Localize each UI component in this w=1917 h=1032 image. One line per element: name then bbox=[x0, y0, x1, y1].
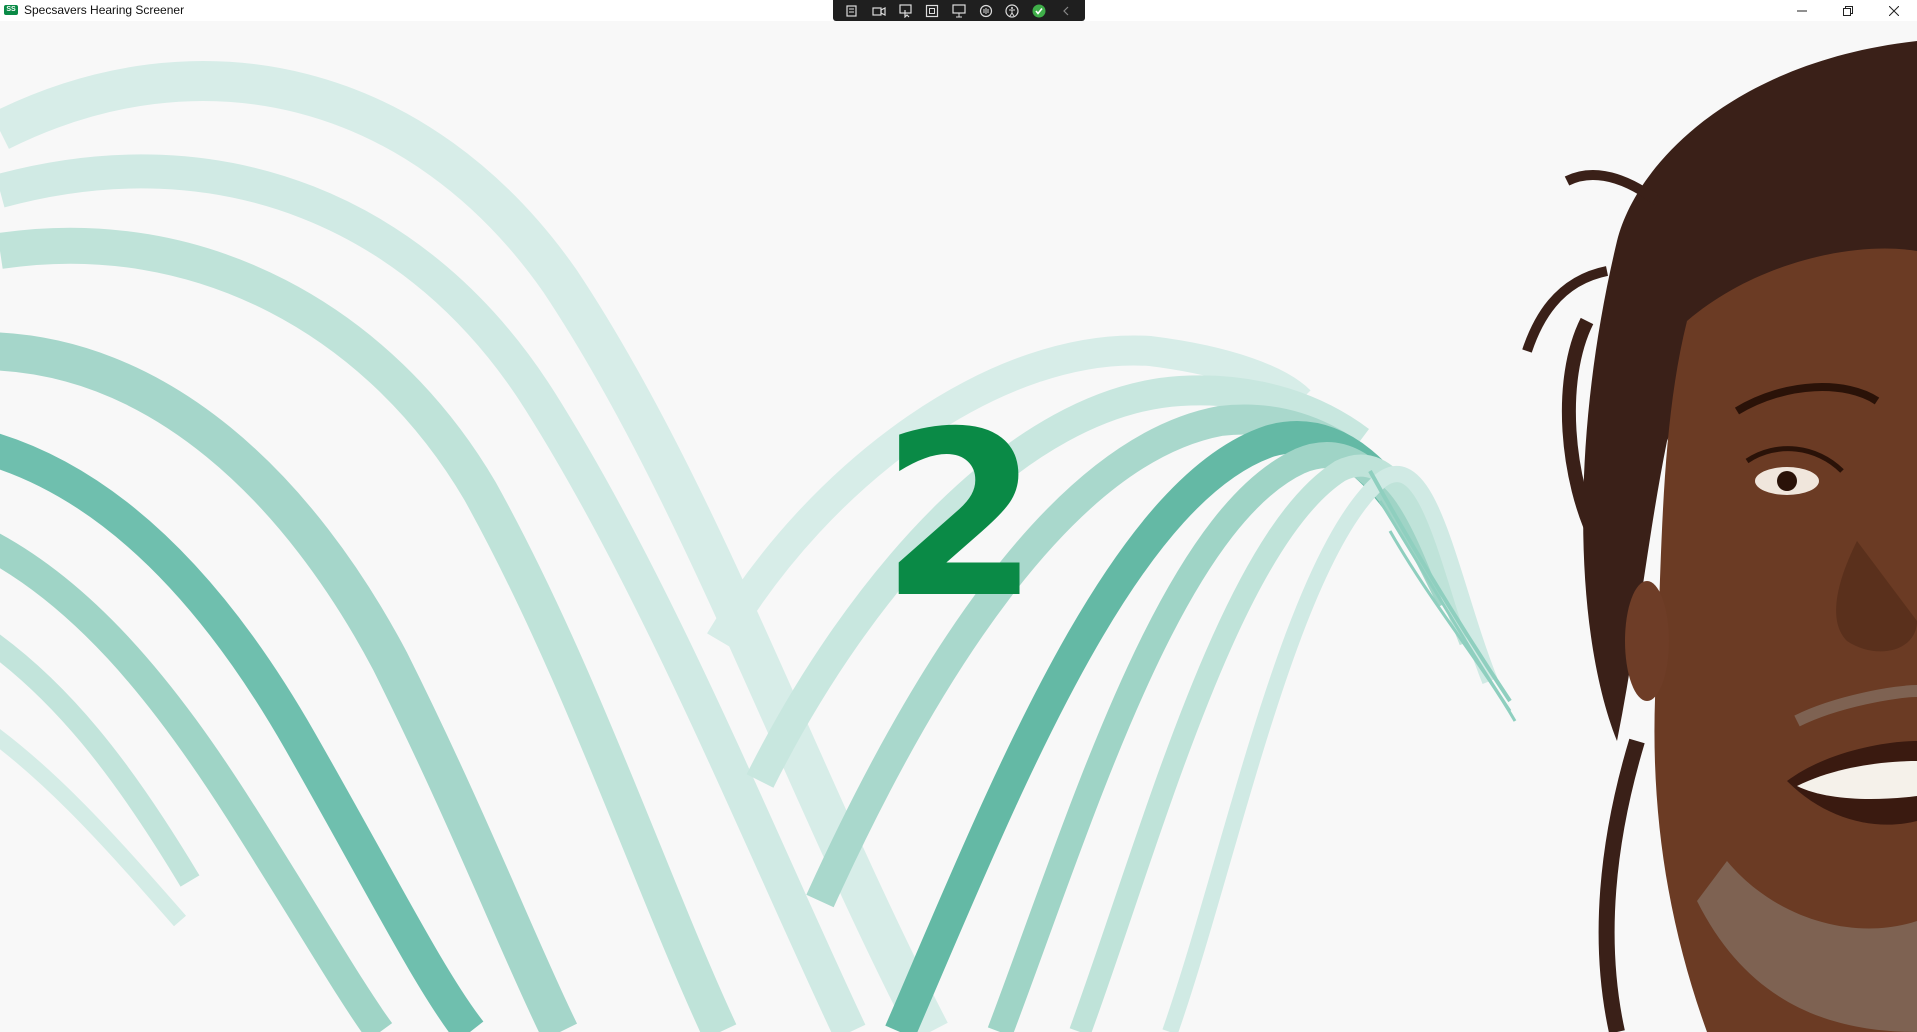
select-pointer-icon[interactable] bbox=[897, 2, 915, 20]
check-icon[interactable] bbox=[1030, 2, 1048, 20]
countdown-number: 2 bbox=[880, 382, 1040, 648]
restore-icon[interactable] bbox=[1825, 0, 1871, 21]
window-controls bbox=[1779, 0, 1917, 21]
frame-icon[interactable] bbox=[923, 2, 941, 20]
accessibility-icon[interactable] bbox=[1003, 2, 1021, 20]
minimize-icon[interactable] bbox=[1779, 0, 1825, 21]
title-bar: SS Specsavers Hearing Screener bbox=[0, 0, 1917, 21]
camera-icon[interactable] bbox=[870, 2, 888, 20]
record-list-icon[interactable] bbox=[843, 2, 861, 20]
chevron-left-icon[interactable] bbox=[1057, 2, 1075, 20]
close-icon[interactable] bbox=[1871, 0, 1917, 21]
window-title: Specsavers Hearing Screener bbox=[24, 3, 185, 17]
app-icon: SS bbox=[4, 5, 18, 15]
smiling-man-photo bbox=[1522, 41, 1917, 1032]
audio-icon[interactable] bbox=[977, 2, 995, 20]
recording-toolbar bbox=[833, 0, 1085, 21]
screen-share-icon[interactable] bbox=[950, 2, 968, 20]
countdown-stage: 2 bbox=[0, 21, 1917, 1032]
